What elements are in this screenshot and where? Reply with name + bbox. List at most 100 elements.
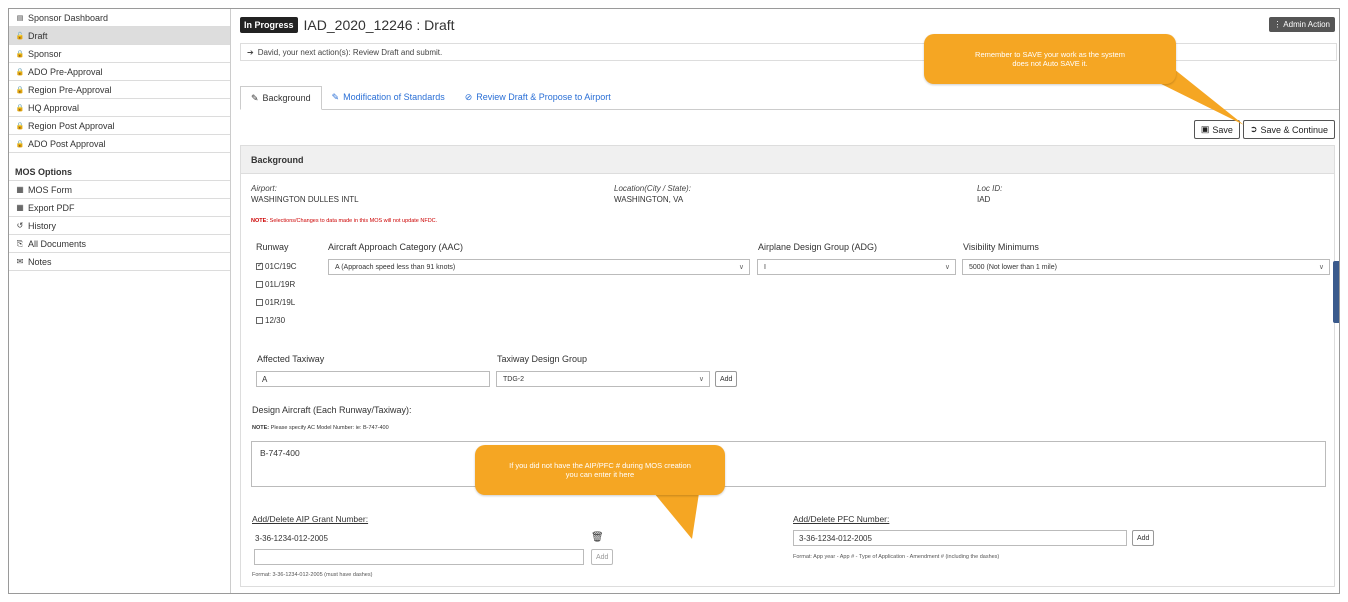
tab-bar: ✎ Background ✎ Modification of Standards ⊘ Re… <box>240 86 1339 110</box>
aip-existing-value: 3-36-1234-012-2005 <box>255 534 328 543</box>
action-buttons: ▣ Save ➲ Save & Continue <box>1193 120 1335 139</box>
tab-label: Background <box>262 93 311 103</box>
arrow-circle-icon: ➔ <box>247 47 254 57</box>
aac-select-value: A (Approach speed less than 91 knots) <box>335 263 456 271</box>
chevron-down-icon: ∨ <box>738 264 744 271</box>
mos-options-heading: MOS Options <box>9 159 230 181</box>
sidebar-item-ado-pre-approval[interactable]: 🔒 ADO Pre-Approval <box>9 63 230 81</box>
lock-icon: 🔒 <box>15 122 25 130</box>
sidebar-item-draft[interactable]: 🔓 Draft <box>9 27 230 45</box>
background-panel: Background Airport: WASHINGTON DULLES IN… <box>240 145 1335 587</box>
sidebar: ▤ Sponsor Dashboard 🔓 Draft 🔒 Sponsor 🔒 ADO Pre… <box>9 9 231 593</box>
sidebar-option-mos-form[interactable]: ▦ MOS Form <box>9 181 230 199</box>
floppy-icon: ▣ <box>1200 124 1210 134</box>
aip-entry-callout: If you did not have the AIP/PFC # during… <box>475 445 725 495</box>
info-icon: ⋮ <box>1273 20 1282 29</box>
sidebar-item-hq-approval[interactable]: 🔒 HQ Approval <box>9 99 230 117</box>
pfc-add-button[interactable]: Add <box>1132 530 1155 546</box>
next-action-text: David, your next action(s): Review Draft… <box>257 47 443 57</box>
aac-select[interactable]: A (Approach speed less than 91 knots) ∨ <box>328 259 750 275</box>
sidebar-option-export-pdf[interactable]: ▦ Export PDF <box>9 199 230 217</box>
lock-icon: 🔒 <box>15 68 25 76</box>
nfdc-note: NOTE: Selections/Changes to data made in… <box>251 218 437 224</box>
adg-select[interactable]: I ∨ <box>757 259 956 275</box>
sidebar-item-sponsor-dashboard[interactable]: ▤ Sponsor Dashboard <box>9 9 230 27</box>
arrow-circle-right-icon: ➲ <box>1249 124 1258 134</box>
design-aircraft-label: Design Aircraft (Each Runway/Taxiway): <box>252 405 412 415</box>
tdg-select[interactable]: TDG-2 ∨ <box>496 371 710 387</box>
save-button[interactable]: ▣ Save <box>1193 120 1240 139</box>
pfc-label: Add/Delete PFC Number: <box>793 514 890 524</box>
save-reminder-callout: Remember to SAVE your work as the system… <box>924 34 1176 84</box>
sidebar-option-notes[interactable]: ✉ Notes <box>9 253 230 271</box>
adg-label: Airplane Design Group (ADG) <box>758 242 878 252</box>
sidebar-option-label: All Documents <box>28 238 87 249</box>
unlock-icon: 🔓 <box>15 32 25 40</box>
save-label: Save <box>1212 124 1233 135</box>
tab-label: Modification of Standards <box>343 92 445 102</box>
aac-label: Aircraft Approach Category (AAC) <box>328 242 464 252</box>
save-continue-button[interactable]: ➲ Save & Continue <box>1242 120 1335 139</box>
airport-value: WASHINGTON DULLES INTL <box>251 195 359 204</box>
tdg-select-value: TDG-2 <box>503 375 524 383</box>
page-title: IAD_2020_12246 : Draft <box>303 17 455 33</box>
taxiway-add-button[interactable]: Add <box>715 371 738 387</box>
lock-icon: 🔒 <box>15 104 25 112</box>
note-text: Selections/Changes to data made in this … <box>268 218 438 224</box>
sidebar-item-region-pre-approval[interactable]: 🔒 Region Pre-Approval <box>9 81 230 99</box>
checkbox-icon[interactable] <box>256 281 263 288</box>
tab-modification-of-standards[interactable]: ✎ Modification of Standards <box>322 85 455 109</box>
runway-checkbox[interactable]: 01L/19R <box>256 280 295 289</box>
trash-icon[interactable]: 🗑 <box>591 532 604 543</box>
tab-label: Review Draft & Propose to Airport <box>476 92 611 102</box>
feedback-side-tab[interactable] <box>1333 261 1339 323</box>
tdg-label: Taxiway Design Group <box>497 354 588 364</box>
app-frame: ▤ Sponsor Dashboard 🔓 Draft 🔒 Sponsor 🔒 ADO Pre… <box>8 8 1340 594</box>
runway-checkbox[interactable]: 01R/19L <box>256 298 295 307</box>
note-prefix: NOTE: <box>251 218 269 224</box>
vis-select[interactable]: 5000 (Not lower than 1 mile) ∨ <box>962 259 1330 275</box>
checked-box-icon[interactable] <box>256 261 263 270</box>
runway-label: 01R/19L <box>265 298 296 307</box>
aip-input[interactable] <box>254 549 584 565</box>
sidebar-item-sponsor[interactable]: 🔒 Sponsor <box>9 45 230 63</box>
sidebar-item-label: HQ Approval <box>28 102 80 113</box>
chevron-down-icon: ∨ <box>1318 264 1324 271</box>
sidebar-option-history[interactable]: ↺ History <box>9 217 230 235</box>
design-aircraft-textarea[interactable]: B-747-400 <box>251 441 1326 487</box>
pfc-input[interactable]: 3-36-1234-012-2005 <box>793 530 1127 546</box>
runway-checkbox[interactable]: 01C/19C <box>256 261 297 271</box>
check-circle-icon: ⊘ <box>464 91 473 102</box>
aip-add-button[interactable]: Add <box>591 549 614 565</box>
sidebar-item-ado-post-approval[interactable]: 🔒 ADO Post Approval <box>9 135 230 153</box>
runway-label: Runway <box>256 242 289 252</box>
pfc-format-hint: Format: App year - App # - Type of Appli… <box>793 554 1000 560</box>
adg-select-value: I <box>764 263 766 271</box>
paperclip-icon: ⎘ <box>16 238 24 248</box>
status-badge: In Progress <box>240 17 298 33</box>
tab-review-draft-propose-to-airport[interactable]: ⊘ Review Draft & Propose to Airport <box>455 85 621 109</box>
form-icon: ▦ <box>16 185 24 194</box>
checkbox-icon[interactable] <box>256 299 263 306</box>
affected-taxiway-label: Affected Taxiway <box>257 354 325 364</box>
aip-format-hint: Format: 3-36-1234-012-2005 (must have da… <box>252 572 373 578</box>
runway-checkbox[interactable]: 12/30 <box>256 316 285 325</box>
pencil-icon: ✎ <box>331 91 340 102</box>
admin-action-button[interactable]: ⋮ Admin Action <box>1268 17 1335 32</box>
history-icon: ↺ <box>16 221 24 230</box>
sidebar-item-region-post-approval[interactable]: 🔒 Region Post Approval <box>9 117 230 135</box>
save-continue-label: Save & Continue <box>1260 124 1328 135</box>
affected-taxiway-input[interactable]: A <box>256 371 490 387</box>
comments-icon: ✉ <box>16 257 24 266</box>
vis-label: Visibility Minimums <box>963 242 1039 252</box>
design-aircraft-note: NOTE: Please specify AC Model Number: ie… <box>252 425 389 431</box>
sidebar-item-label: Sponsor <box>28 48 62 59</box>
checkbox-icon[interactable] <box>256 317 263 324</box>
airport-label: Airport: <box>251 184 277 193</box>
tab-background[interactable]: ✎ Background <box>240 86 322 110</box>
sidebar-item-label: ADO Post Approval <box>28 138 106 149</box>
grid-icon: ▤ <box>16 14 24 22</box>
sidebar-option-all-documents[interactable]: ⎘ All Documents <box>9 235 230 253</box>
lock-icon: 🔒 <box>15 86 25 94</box>
note-prefix: NOTE: <box>252 425 270 431</box>
